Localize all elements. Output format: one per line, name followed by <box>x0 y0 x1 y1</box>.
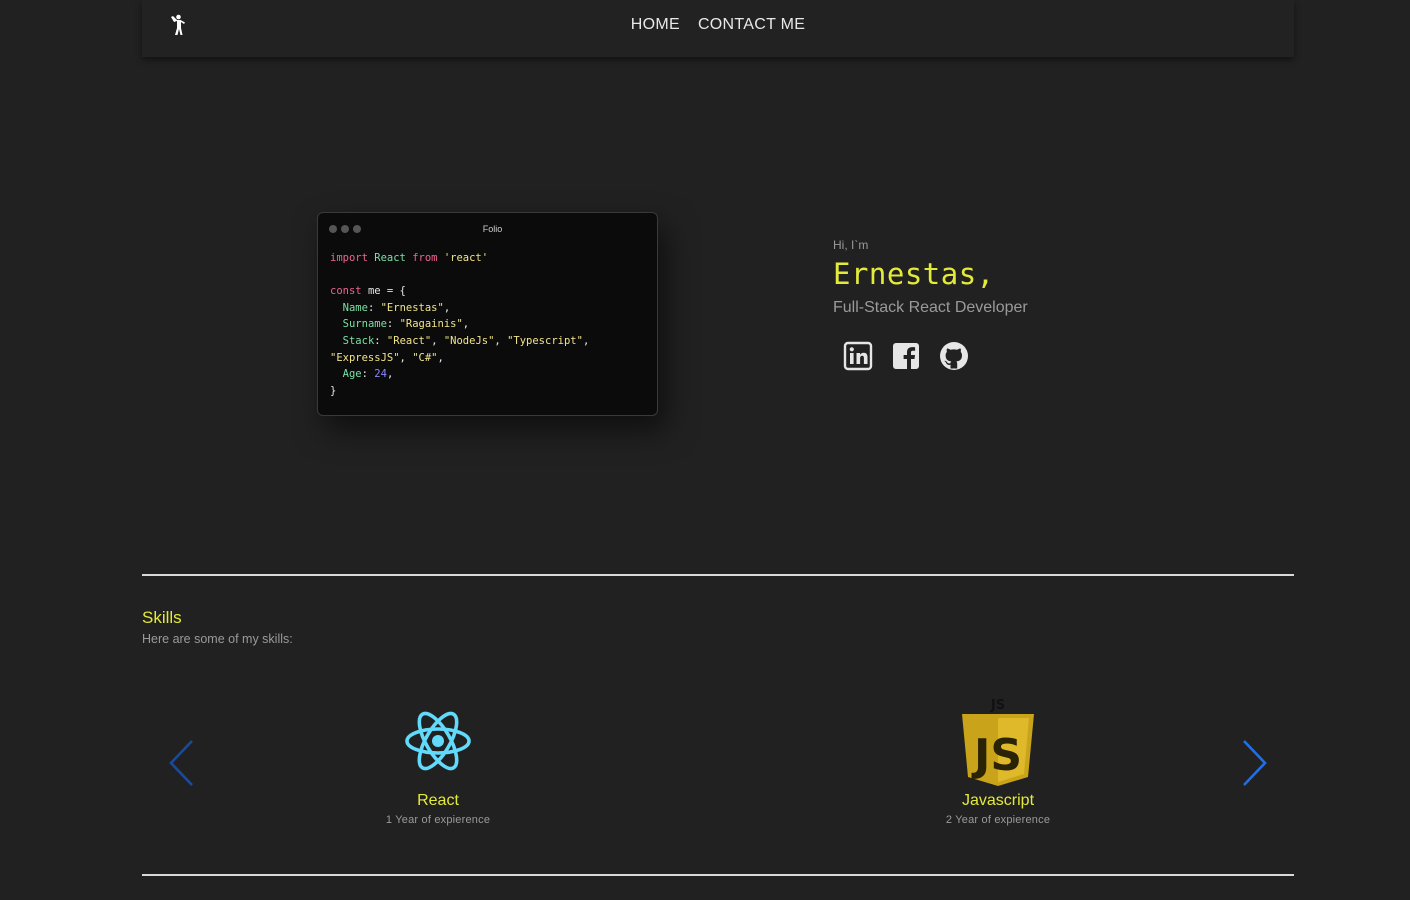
nav-contact-link[interactable]: CONTACT ME <box>698 16 805 34</box>
chevron-right-icon[interactable] <box>1240 738 1268 788</box>
skill-name: Javascript <box>961 792 1035 809</box>
code-snippet: import React from 'react' const me = { N… <box>330 252 590 397</box>
skill-name: React <box>417 792 459 809</box>
nav-home-link[interactable]: HOME <box>631 16 680 34</box>
window-title: Folio <box>482 224 503 234</box>
code-property: Stack <box>342 334 375 347</box>
facebook-icon[interactable] <box>891 341 921 371</box>
javascript-logo-icon: JS JS <box>962 698 1034 786</box>
intro-section: Hi, I`m Ernestas, Full-Stack React Devel… <box>833 238 1193 371</box>
greeting-text: Hi, I`m <box>833 238 869 252</box>
developer-role: Full-Stack React Developer <box>833 299 1028 316</box>
code-window: Folio import React from 'react' const me… <box>317 212 658 416</box>
top-navbar: HOME CONTACT ME <box>142 0 1294 57</box>
code-keyword: from <box>412 252 438 264</box>
code-property: Surname <box>342 318 387 331</box>
skills-title: Skills <box>142 608 182 627</box>
section-divider <box>142 874 1294 876</box>
code-string: "Ragainis" <box>399 318 463 331</box>
skill-card-javascript: JS JS Javascript 2 Year of expierence <box>868 697 1128 826</box>
code-string: 'react' <box>443 252 489 264</box>
skill-card-react: React 1 Year of expierence <box>308 702 568 826</box>
section-divider <box>142 574 1294 576</box>
code-variable: me <box>367 285 381 298</box>
code-string: "C#" <box>412 351 438 364</box>
code-number: 24 <box>374 368 387 381</box>
svg-text:JS: JS <box>971 730 1022 781</box>
social-links <box>843 341 1193 371</box>
code-string: "ExpressJS" <box>330 351 400 364</box>
code-property: Name <box>342 301 368 314</box>
linkedin-icon[interactable] <box>843 341 873 371</box>
github-icon[interactable] <box>939 341 969 371</box>
chevron-left-icon[interactable] <box>168 738 196 788</box>
code-string: "Ernestas" <box>380 301 444 314</box>
svg-text:JS: JS <box>990 698 1005 713</box>
code-property: Age <box>342 368 362 381</box>
code-string: "React" <box>386 334 432 347</box>
skill-experience: 2 Year of expierence <box>945 814 1051 826</box>
code-string: "NodeJs" <box>443 334 495 347</box>
skill-experience: 1 Year of expierence <box>385 814 491 826</box>
code-string: "Typescript" <box>507 334 583 347</box>
code-keyword: const <box>330 285 362 298</box>
code-identifier: React <box>374 252 406 264</box>
code-keyword: import <box>330 252 368 264</box>
skills-subtitle: Here are some of my skills: <box>142 632 293 646</box>
developer-name: Ernestas, <box>833 257 995 291</box>
react-logo-icon <box>405 711 471 771</box>
nav-links: HOME CONTACT ME <box>142 16 1294 34</box>
